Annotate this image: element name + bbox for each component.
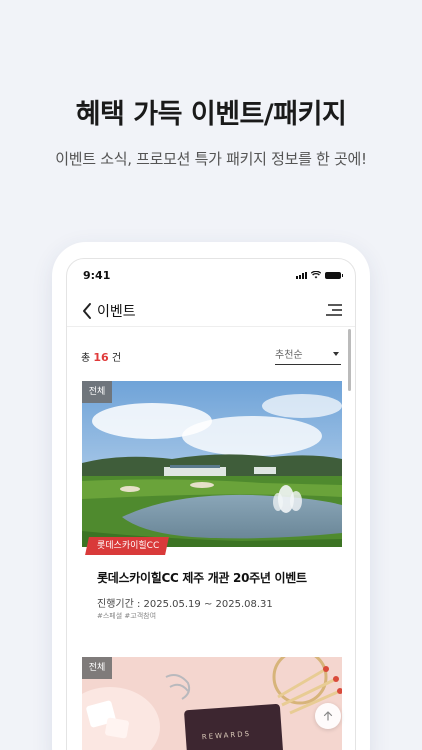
promo-title: 혜택 가득 이벤트/패키지 bbox=[75, 99, 347, 130]
menu-icon[interactable] bbox=[325, 303, 343, 317]
sort-dropdown[interactable]: 추천순 bbox=[275, 343, 341, 365]
status-bar: 9:41 bbox=[67, 259, 355, 291]
category-badge: 전체 bbox=[82, 657, 112, 679]
event-hashtags: #스페셜 #고객참여 bbox=[97, 612, 157, 620]
event-title[interactable]: 롯데스카이힐CC 제주 개관 20주년 이벤트 bbox=[97, 569, 307, 586]
golf-course-illustration bbox=[82, 381, 342, 547]
signal-icon bbox=[296, 272, 307, 279]
arrow-up-icon bbox=[323, 711, 333, 721]
count-prefix: 총 bbox=[81, 353, 91, 364]
scrollbar[interactable] bbox=[348, 329, 351, 391]
wifi-icon bbox=[311, 271, 321, 279]
event-tag-ribbon: 롯데스카이힐CC bbox=[85, 537, 170, 555]
count-suffix: 건 bbox=[111, 353, 122, 364]
promo-subtitle: 이벤트 소식, 프로모션 특가 패키지 정보를 한 곳에! bbox=[55, 150, 367, 168]
status-icons bbox=[296, 271, 343, 279]
result-count: 총 16 건 bbox=[81, 349, 121, 364]
scroll-top-button[interactable] bbox=[315, 703, 341, 729]
rewards-card-illustration: REWARDS bbox=[82, 657, 342, 750]
page-title: 이벤트 bbox=[97, 304, 136, 320]
status-time: 9:41 bbox=[83, 269, 111, 282]
dropdown-arrow-icon bbox=[333, 352, 339, 356]
battery-icon bbox=[325, 272, 343, 279]
event-tag-label: 롯데스카이힐CC bbox=[97, 541, 160, 551]
event-period: 진행기간 : 2025.05.19 ~ 2025.08.31 bbox=[97, 599, 273, 610]
category-badge: 전체 bbox=[82, 381, 112, 403]
app-screen: 9:41 이벤트 총 16 건 추천순 전체 롯데스카이힐CC 롯데스카이힐CC… bbox=[66, 258, 356, 750]
event-image[interactable]: 전체 bbox=[82, 381, 342, 547]
sort-selected: 추천순 bbox=[275, 350, 303, 361]
app-header: 이벤트 bbox=[67, 295, 355, 327]
event-image[interactable]: REWARDS 전체 bbox=[82, 657, 342, 750]
count-value: 16 bbox=[93, 351, 109, 364]
chevron-left-icon[interactable] bbox=[79, 299, 97, 323]
